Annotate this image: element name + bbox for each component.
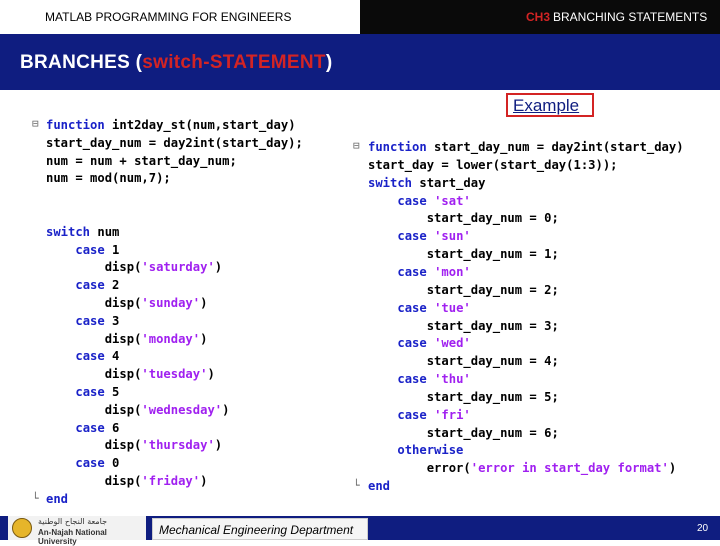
code-line: case 5	[75, 385, 120, 399]
code-line: start_day_num = day2int(start_day);	[46, 135, 303, 150]
code-line: case 0	[75, 456, 120, 471]
code-line: function int2day_st(num,start_day)	[46, 118, 296, 132]
code-line: start_day_num = 0;	[426, 211, 559, 226]
department-name: Mechanical Engineering Department	[159, 523, 354, 537]
university-logo: جامعة النجاح الوطنية An-Najah National U…	[8, 516, 146, 546]
code-line: case 2	[75, 278, 120, 293]
chapter-title: BRANCHING STATEMENTS	[553, 10, 708, 24]
code-line: disp('sunday')	[104, 296, 208, 310]
code-line: switch start_day	[368, 175, 486, 190]
code-line: disp('tuesday')	[104, 367, 215, 382]
slide-title: BRANCHES (switch-STATEMENT)	[20, 52, 332, 74]
code-line: case 1	[75, 242, 120, 257]
code-line: case 'fri'	[397, 407, 471, 422]
course-header: MATLAB PROGRAMMING FOR ENGINEERS	[0, 0, 360, 34]
footer-bar: جامعة النجاح الوطنية An-Najah National U…	[0, 516, 720, 546]
page-number: 20	[697, 523, 709, 534]
slide-title-main: BRANCHES (	[20, 52, 143, 73]
slide-title-end: )	[325, 52, 333, 73]
code-line: start_day_num = 6;	[426, 425, 559, 440]
course-title: MATLAB PROGRAMMING FOR ENGINEERS	[45, 10, 292, 24]
code-line: case 'wed'	[397, 336, 471, 351]
example-label: Example	[513, 96, 580, 115]
code-line: start_day_num = 3;	[426, 318, 559, 333]
logo-arabic-text: جامعة النجاح الوطنية	[38, 517, 108, 526]
code-line: start_day = lower(start_day(1:3));	[368, 157, 618, 172]
code-line: case 'mon'	[397, 264, 471, 279]
code-line: disp('friday')	[104, 474, 208, 488]
code-line: disp('saturday')	[104, 260, 223, 275]
code-line: case 'sat'	[397, 193, 471, 208]
code-line: disp('wednesday')	[104, 402, 230, 417]
code-line: otherwise	[397, 443, 464, 458]
code-line: end	[368, 479, 391, 494]
code-line: start_day_num = 4;	[426, 354, 559, 369]
code-line: case 'tue'	[397, 300, 471, 315]
code-line: case 6	[75, 420, 120, 435]
slide-title-keyword: switch-STATEMENT	[142, 52, 326, 73]
code-line: start_day_num = 1;	[426, 247, 559, 262]
code-line: disp('monday')	[104, 331, 208, 346]
code-line: start_day_num = 5;	[426, 389, 559, 404]
code-fold-icon[interactable]: └	[32, 492, 39, 505]
code-fold-icon[interactable]: ⊟	[353, 139, 360, 152]
logo-english-text: An-Najah National University	[38, 528, 107, 546]
code-line: case 'sun'	[397, 229, 471, 244]
right-code-listing: function start_day_num = day2int(start_d…	[350, 136, 715, 496]
left-code-listing: function int2day_st(num,start_day) start_…	[28, 112, 358, 512]
code-line: case 'thu'	[397, 372, 471, 387]
code-line: num = mod(num,7);	[46, 171, 171, 186]
code-line: error('error in start_day format')	[426, 461, 677, 476]
chapter-header: CH3 BRANCHING STATEMENTS	[360, 0, 720, 34]
university-seal-icon	[12, 518, 32, 538]
code-fold-icon[interactable]: ⊟	[32, 117, 39, 130]
example-label-box: Example	[506, 93, 594, 117]
code-line: case 3	[75, 313, 120, 328]
code-line: switch num	[46, 224, 120, 239]
code-line: start_day_num = 2;	[426, 282, 559, 297]
code-line: end	[46, 491, 69, 506]
code-line: case 4	[75, 349, 120, 364]
code-line: function start_day_num = day2int(start_d…	[368, 140, 684, 154]
code-line: num = num + start_day_num;	[46, 153, 237, 168]
slide-title-bar: BRANCHES (switch-STATEMENT)	[0, 34, 720, 90]
department-box: Mechanical Engineering Department	[152, 518, 368, 540]
code-line: disp('thursday')	[104, 438, 223, 453]
code-fold-icon[interactable]: └	[353, 479, 360, 492]
chapter-number: CH3	[526, 10, 551, 24]
